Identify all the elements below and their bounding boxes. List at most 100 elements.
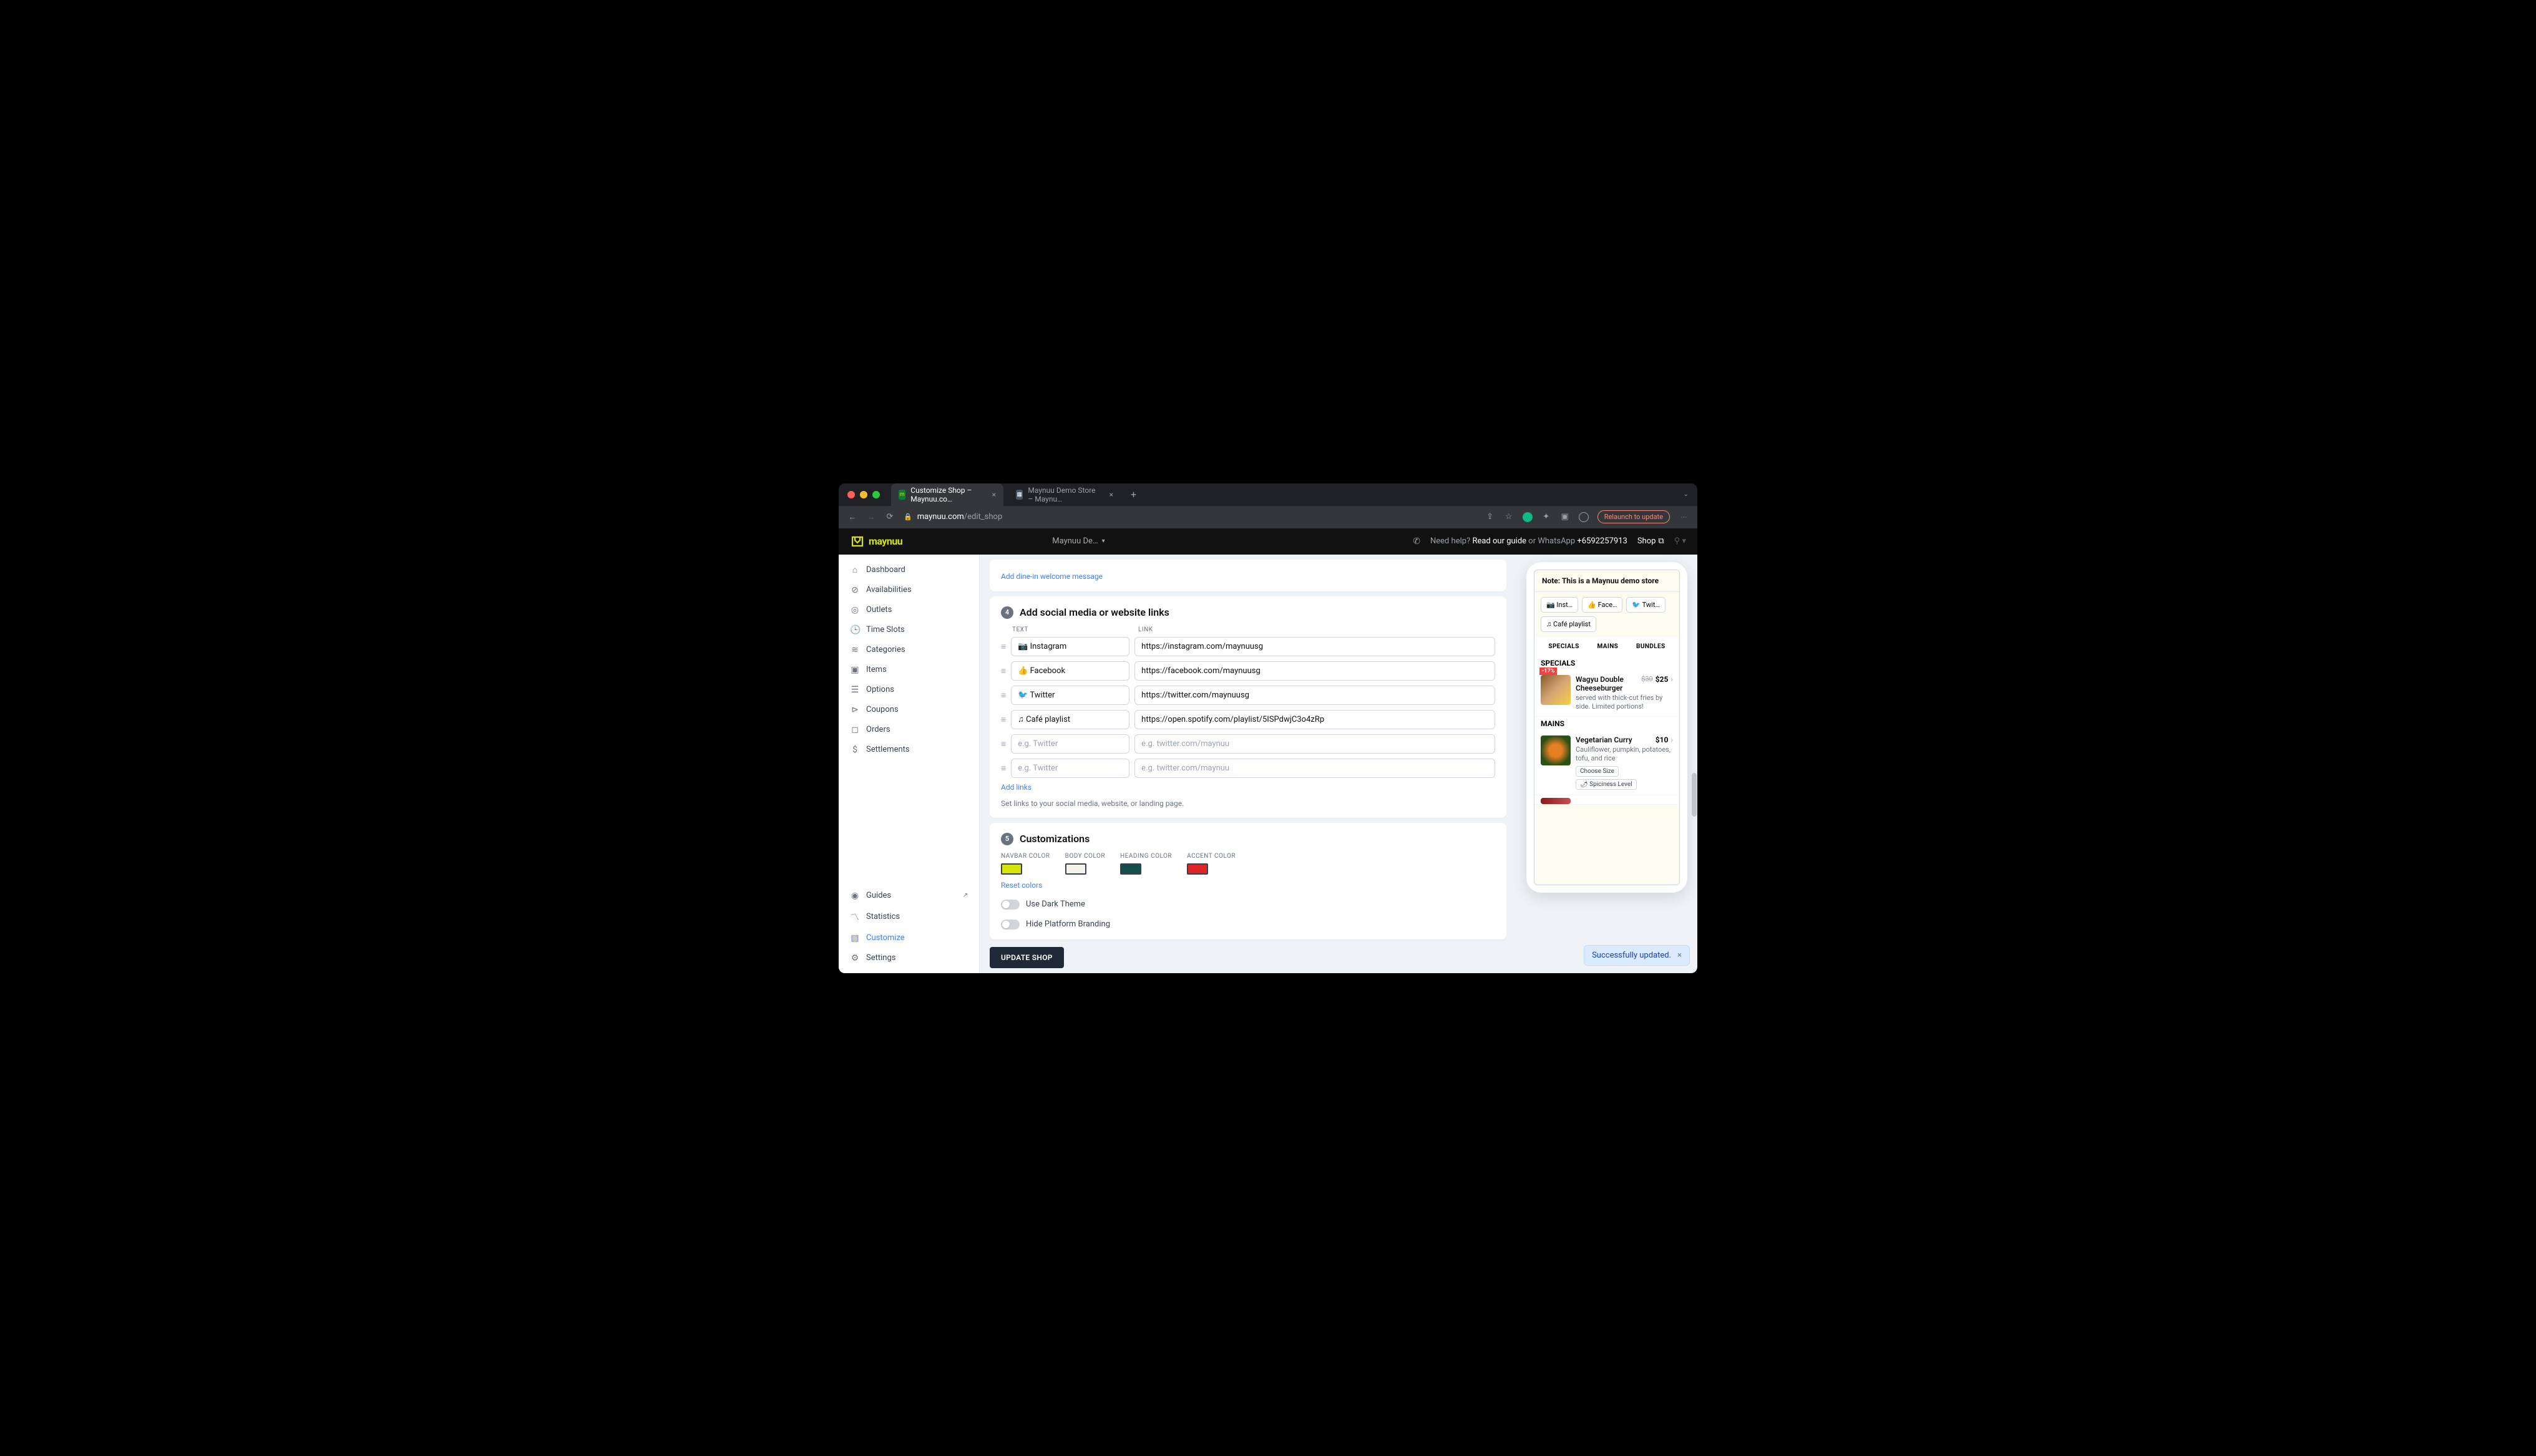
toast-message: Successfully updated. xyxy=(1592,951,1671,960)
scrollbar-thumb[interactable] xyxy=(1692,773,1697,817)
menu-icon[interactable]: ⋮ xyxy=(1679,514,1689,520)
close-tab-icon[interactable]: × xyxy=(992,490,996,499)
sidebar-item-options[interactable]: ☰Options xyxy=(839,680,979,700)
item-price: $10 xyxy=(1656,735,1669,744)
tab-demo-store[interactable]: ▦ Maynuu Demo Store – Maynu… × xyxy=(1008,483,1121,506)
maximize-window-icon[interactable] xyxy=(872,491,880,498)
sidebar-item-settings[interactable]: ⚙Settings xyxy=(839,948,979,968)
menu-item[interactable]: -17% Wagyu Double Cheeseburger $30$25› s… xyxy=(1534,670,1679,717)
minimize-window-icon[interactable] xyxy=(860,491,867,498)
link-text-input[interactable] xyxy=(1011,661,1129,681)
phone-number[interactable]: +6592257913 xyxy=(1577,536,1627,546)
close-toast-icon[interactable]: × xyxy=(1677,951,1682,960)
menu-item[interactable]: Vegetarian Curry $10› Cauliflower, pumpk… xyxy=(1534,730,1679,795)
drag-handle-icon[interactable]: ≡ xyxy=(1001,739,1006,749)
heading-color-swatch[interactable] xyxy=(1120,863,1141,875)
link-url-input[interactable] xyxy=(1134,710,1495,729)
drag-handle-icon[interactable]: ≡ xyxy=(1001,666,1006,676)
window-controls xyxy=(847,491,880,498)
extension-icon[interactable] xyxy=(1523,512,1533,522)
new-price: $25 xyxy=(1656,675,1669,684)
back-button[interactable]: ← xyxy=(847,512,857,522)
link-text-input[interactable] xyxy=(1011,637,1129,656)
sidebar-item-settlements[interactable]: $ Settlements xyxy=(839,740,979,760)
category-tab[interactable]: BUNDLES xyxy=(1636,643,1665,650)
sidebar-item-availabilities[interactable]: ⊘Availabilities xyxy=(839,580,979,600)
relaunch-button[interactable]: Relaunch to update xyxy=(1597,510,1670,523)
share-icon[interactable]: ⇪ xyxy=(1485,512,1495,522)
update-shop-button[interactable]: UPDATE SHOP xyxy=(990,947,1064,968)
panel-icon[interactable]: ▣ xyxy=(1560,512,1570,522)
tabs-dropdown-icon[interactable]: ⌄ xyxy=(1684,491,1689,498)
sidebar-item-outlets[interactable]: ◎Outlets xyxy=(839,600,979,620)
preview-chip[interactable]: 📷 Inst… xyxy=(1541,597,1578,613)
drag-handle-icon[interactable]: ≡ xyxy=(1001,714,1006,725)
forward-button[interactable]: → xyxy=(866,512,876,522)
link-text-input[interactable] xyxy=(1011,734,1129,754)
link-url-input[interactable] xyxy=(1134,661,1495,681)
sidebar-item-coupons[interactable]: ⊳Coupons xyxy=(839,700,979,720)
preview-chip[interactable]: 🐦 Twit… xyxy=(1626,597,1665,613)
link-url-input[interactable] xyxy=(1134,637,1495,656)
shop-link[interactable]: Shop ⧉ xyxy=(1637,536,1664,546)
profile-icon[interactable] xyxy=(1579,512,1589,522)
drag-handle-icon[interactable]: ≡ xyxy=(1001,641,1006,652)
user-menu-icon[interactable]: ⚲ ▾ xyxy=(1674,536,1686,546)
sidebar-item-guides[interactable]: ◉Guides↗ xyxy=(839,886,979,906)
sidebar-item-items[interactable]: ▣Items xyxy=(839,660,979,680)
link-text-input[interactable] xyxy=(1011,686,1129,705)
old-price: $30 xyxy=(1641,675,1653,683)
branding-toggle[interactable] xyxy=(1001,920,1020,929)
color-label: HEADING COLOR xyxy=(1120,853,1172,860)
sidebar-item-customize[interactable]: ▤Customize xyxy=(839,928,979,948)
home-icon: ⌂ xyxy=(850,565,860,575)
link-url-input[interactable] xyxy=(1134,686,1495,705)
new-tab-button[interactable]: + xyxy=(1126,488,1141,500)
logo-text: maynuu xyxy=(869,535,902,547)
dark-theme-toggle[interactable] xyxy=(1001,900,1020,910)
tab-customize-shop[interactable]: m Customize Shop – Maynuu.co… × xyxy=(891,483,1003,506)
extensions-icon[interactable]: ✦ xyxy=(1541,512,1551,522)
address-field[interactable]: 🔒 maynuu.com/edit_shop xyxy=(904,512,1476,522)
navbar-color-swatch[interactable] xyxy=(1001,863,1022,875)
sidebar-item-timeslots[interactable]: 🕒Time Slots xyxy=(839,620,979,640)
branding-row: Hide Platform Branding xyxy=(1001,920,1495,929)
titlebar: m Customize Shop – Maynuu.co… × ▦ Maynuu… xyxy=(839,483,1697,506)
accent-color-swatch[interactable] xyxy=(1187,863,1208,875)
add-links-button[interactable]: Add links xyxy=(1001,783,1495,792)
category-tab[interactable]: MAINS xyxy=(1597,643,1619,650)
stack-icon: ≋ xyxy=(850,645,860,655)
category-tab[interactable]: SPECIALS xyxy=(1548,643,1579,650)
preview-chip[interactable]: ♫ Café playlist xyxy=(1541,616,1596,632)
link-text-input[interactable] xyxy=(1011,759,1129,778)
link-url-input[interactable] xyxy=(1134,759,1495,778)
dollar-icon: $ xyxy=(850,745,860,755)
drag-handle-icon[interactable]: ≡ xyxy=(1001,690,1006,701)
bookmark-icon[interactable]: ☆ xyxy=(1504,512,1514,522)
preview-panel: Note: This is a Maynuu demo store 📷 Inst… xyxy=(1516,555,1697,973)
welcome-card: Add dine-in welcome message xyxy=(990,560,1506,591)
body-color-swatch[interactable] xyxy=(1065,863,1086,875)
section-title: Add social media or website links xyxy=(1020,606,1169,618)
nav-label: Outlets xyxy=(866,605,892,614)
reload-button[interactable]: ⟳ xyxy=(885,512,895,522)
close-window-icon[interactable] xyxy=(847,491,855,498)
preview-chip[interactable]: 👍 Face… xyxy=(1582,597,1622,613)
drag-handle-icon[interactable]: ≡ xyxy=(1001,763,1006,774)
reset-colors-button[interactable]: Reset colors xyxy=(1001,881,1495,890)
guide-link[interactable]: Read our guide xyxy=(1472,536,1526,546)
sidebar-item-categories[interactable]: ≋ Categories xyxy=(839,640,979,660)
nav-label: Settlements xyxy=(866,745,910,754)
add-welcome-link[interactable]: Add dine-in welcome message xyxy=(1001,572,1103,581)
link-row: ≡ xyxy=(1001,759,1495,778)
chevron-right-icon: › xyxy=(1670,675,1673,684)
link-url-input[interactable] xyxy=(1134,734,1495,754)
sidebar-item-statistics[interactable]: 〽Statistics xyxy=(839,906,979,928)
sidebar-item-orders[interactable]: ◻Orders xyxy=(839,720,979,740)
close-tab-icon[interactable]: × xyxy=(1110,490,1113,499)
link-text-input[interactable] xyxy=(1011,710,1129,729)
nav-label: Categories xyxy=(866,645,905,654)
logo[interactable]: maynuu xyxy=(850,535,902,548)
store-selector[interactable]: Maynuu De… ▾ xyxy=(1052,536,1105,546)
sidebar-item-dashboard[interactable]: ⌂Dashboard xyxy=(839,560,979,580)
